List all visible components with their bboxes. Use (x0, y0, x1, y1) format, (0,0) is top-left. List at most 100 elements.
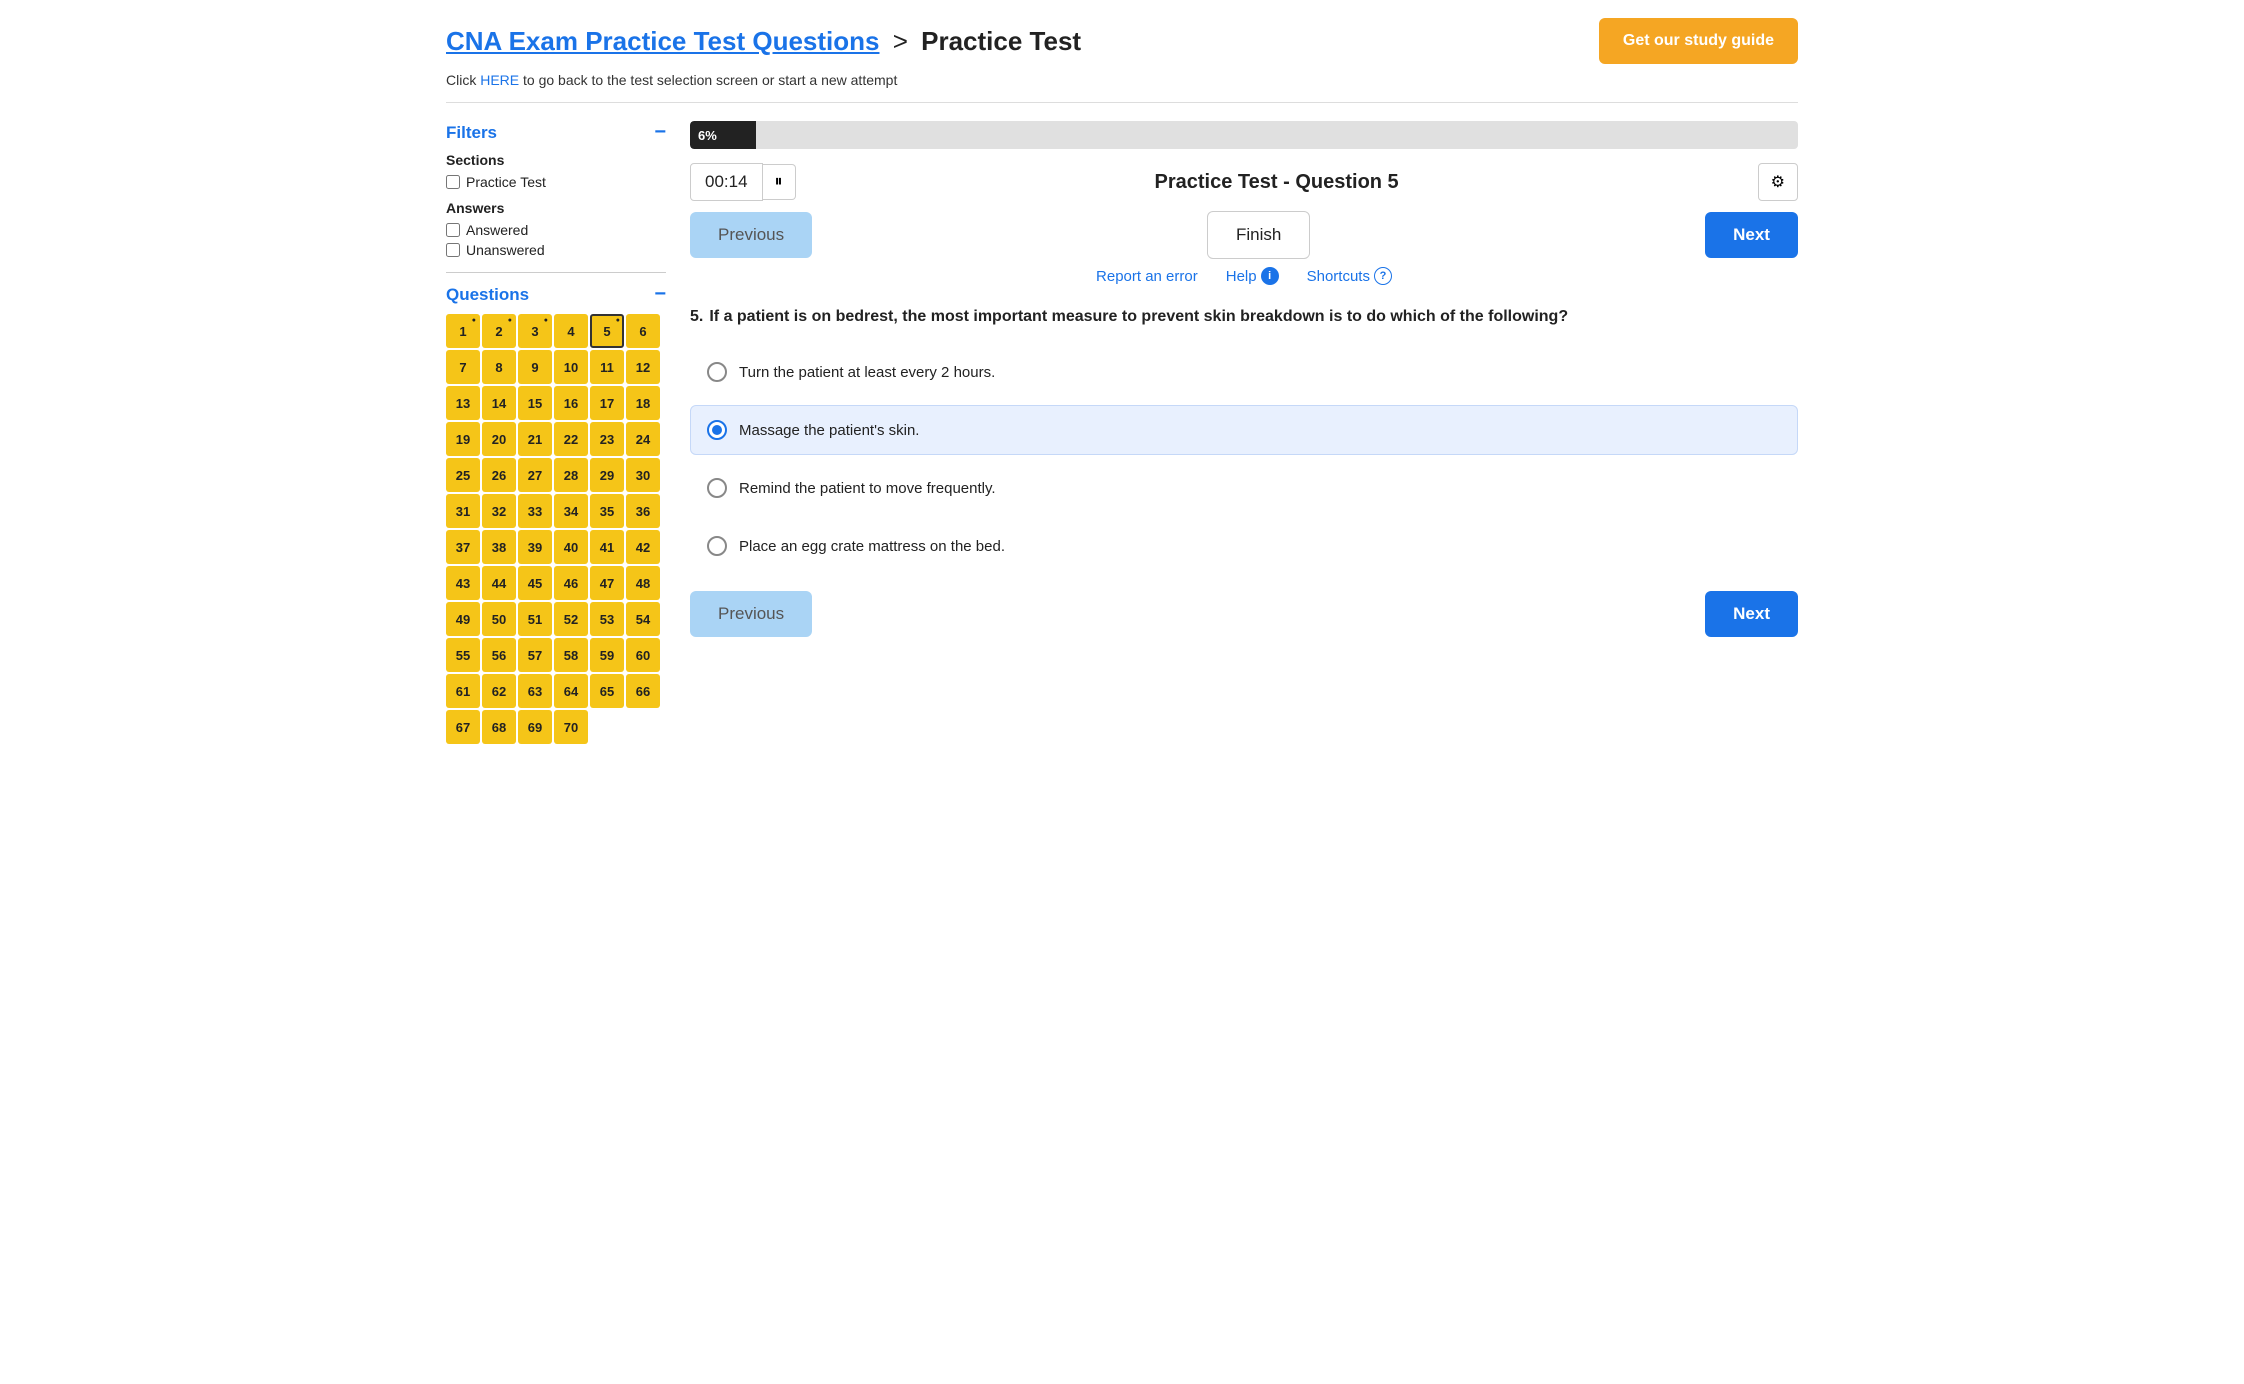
answer-text-b: Massage the patient's skin. (739, 422, 919, 439)
question-cell-67[interactable]: 67 (446, 710, 480, 744)
question-cell-32[interactable]: 32 (482, 494, 516, 528)
question-cell-42[interactable]: 42 (626, 530, 660, 564)
question-cell-24[interactable]: 24 (626, 422, 660, 456)
shortcuts-link[interactable]: Shortcuts ? (1307, 267, 1392, 285)
question-cell-55[interactable]: 55 (446, 638, 480, 672)
answer-option-b[interactable]: Massage the patient's skin. (690, 405, 1798, 455)
question-cell-17[interactable]: 17 (590, 386, 624, 420)
question-cell-37[interactable]: 37 (446, 530, 480, 564)
question-cell-68[interactable]: 68 (482, 710, 516, 744)
sidebar-divider (446, 272, 666, 273)
question-cell-61[interactable]: 61 (446, 674, 480, 708)
question-cell-46[interactable]: 46 (554, 566, 588, 600)
question-cell-25[interactable]: 25 (446, 458, 480, 492)
answer-option-a[interactable]: Turn the patient at least every 2 hours. (690, 347, 1798, 397)
question-cell-9[interactable]: 9 (518, 350, 552, 384)
question-cell-69[interactable]: 69 (518, 710, 552, 744)
question-cell-4[interactable]: 4 (554, 314, 588, 348)
question-cell-62[interactable]: 62 (482, 674, 516, 708)
question-cell-2[interactable]: 2 (482, 314, 516, 348)
question-cell-27[interactable]: 27 (518, 458, 552, 492)
finish-button[interactable]: Finish (1207, 211, 1310, 259)
question-cell-66[interactable]: 66 (626, 674, 660, 708)
here-link[interactable]: HERE (480, 72, 519, 88)
question-cell-57[interactable]: 57 (518, 638, 552, 672)
question-cell-19[interactable]: 19 (446, 422, 480, 456)
question-cell-22[interactable]: 22 (554, 422, 588, 456)
question-cell-3[interactable]: 3 (518, 314, 552, 348)
question-cell-29[interactable]: 29 (590, 458, 624, 492)
settings-button[interactable]: ⚙ (1758, 163, 1798, 201)
question-cell-16[interactable]: 16 (554, 386, 588, 420)
subtitle-text: Click (446, 72, 480, 88)
question-cell-12[interactable]: 12 (626, 350, 660, 384)
question-cell-30[interactable]: 30 (626, 458, 660, 492)
next-button-top[interactable]: Next (1705, 212, 1798, 258)
cna-exam-link[interactable]: CNA Exam Practice Test Questions (446, 26, 879, 56)
unanswered-filter[interactable]: Unanswered (446, 242, 666, 258)
question-cell-56[interactable]: 56 (482, 638, 516, 672)
question-cell-26[interactable]: 26 (482, 458, 516, 492)
unanswered-checkbox[interactable] (446, 243, 460, 257)
study-guide-button[interactable]: Get our study guide (1599, 18, 1798, 64)
question-cell-52[interactable]: 52 (554, 602, 588, 636)
question-cell-53[interactable]: 53 (590, 602, 624, 636)
question-cell-34[interactable]: 34 (554, 494, 588, 528)
filters-collapse-icon[interactable]: − (654, 121, 666, 144)
subtitle: Click HERE to go back to the test select… (446, 72, 1798, 88)
question-cell-13[interactable]: 13 (446, 386, 480, 420)
question-cell-21[interactable]: 21 (518, 422, 552, 456)
question-cell-49[interactable]: 49 (446, 602, 480, 636)
question-cell-54[interactable]: 54 (626, 602, 660, 636)
question-cell-47[interactable]: 47 (590, 566, 624, 600)
report-error-link[interactable]: Report an error (1096, 268, 1198, 285)
question-cell-36[interactable]: 36 (626, 494, 660, 528)
question-cell-6[interactable]: 6 (626, 314, 660, 348)
next-button-bottom[interactable]: Next (1705, 591, 1798, 637)
help-link[interactable]: Help i (1226, 267, 1279, 285)
question-cell-44[interactable]: 44 (482, 566, 516, 600)
question-cell-40[interactable]: 40 (554, 530, 588, 564)
question-cell-41[interactable]: 41 (590, 530, 624, 564)
previous-button-bottom[interactable]: Previous (690, 591, 812, 637)
question-cell-23[interactable]: 23 (590, 422, 624, 456)
question-cell-8[interactable]: 8 (482, 350, 516, 384)
question-cell-18[interactable]: 18 (626, 386, 660, 420)
question-cell-28[interactable]: 28 (554, 458, 588, 492)
question-cell-59[interactable]: 59 (590, 638, 624, 672)
answered-filter[interactable]: Answered (446, 222, 666, 238)
timer-pause-button[interactable]: ⏸ (763, 164, 796, 200)
question-cell-60[interactable]: 60 (626, 638, 660, 672)
question-cell-20[interactable]: 20 (482, 422, 516, 456)
question-cell-10[interactable]: 10 (554, 350, 588, 384)
question-cell-45[interactable]: 45 (518, 566, 552, 600)
question-cell-70[interactable]: 70 (554, 710, 588, 744)
previous-button-top[interactable]: Previous (690, 212, 812, 258)
practice-test-checkbox[interactable] (446, 175, 460, 189)
links-row: Report an error Help i Shortcuts ? (690, 267, 1798, 285)
question-cell-58[interactable]: 58 (554, 638, 588, 672)
question-cell-50[interactable]: 50 (482, 602, 516, 636)
practice-test-filter[interactable]: Practice Test (446, 174, 666, 190)
answer-option-d[interactable]: Place an egg crate mattress on the bed. (690, 521, 1798, 571)
question-cell-5[interactable]: 5 (590, 314, 624, 348)
question-cell-15[interactable]: 15 (518, 386, 552, 420)
question-cell-33[interactable]: 33 (518, 494, 552, 528)
questions-collapse-icon[interactable]: − (654, 283, 666, 306)
question-cell-43[interactable]: 43 (446, 566, 480, 600)
question-cell-65[interactable]: 65 (590, 674, 624, 708)
question-cell-51[interactable]: 51 (518, 602, 552, 636)
question-cell-38[interactable]: 38 (482, 530, 516, 564)
question-cell-64[interactable]: 64 (554, 674, 588, 708)
question-cell-35[interactable]: 35 (590, 494, 624, 528)
question-cell-14[interactable]: 14 (482, 386, 516, 420)
question-cell-39[interactable]: 39 (518, 530, 552, 564)
question-cell-7[interactable]: 7 (446, 350, 480, 384)
question-cell-1[interactable]: 1 (446, 314, 480, 348)
question-cell-63[interactable]: 63 (518, 674, 552, 708)
question-cell-48[interactable]: 48 (626, 566, 660, 600)
question-cell-11[interactable]: 11 (590, 350, 624, 384)
answer-option-c[interactable]: Remind the patient to move frequently. (690, 463, 1798, 513)
question-cell-31[interactable]: 31 (446, 494, 480, 528)
answered-checkbox[interactable] (446, 223, 460, 237)
